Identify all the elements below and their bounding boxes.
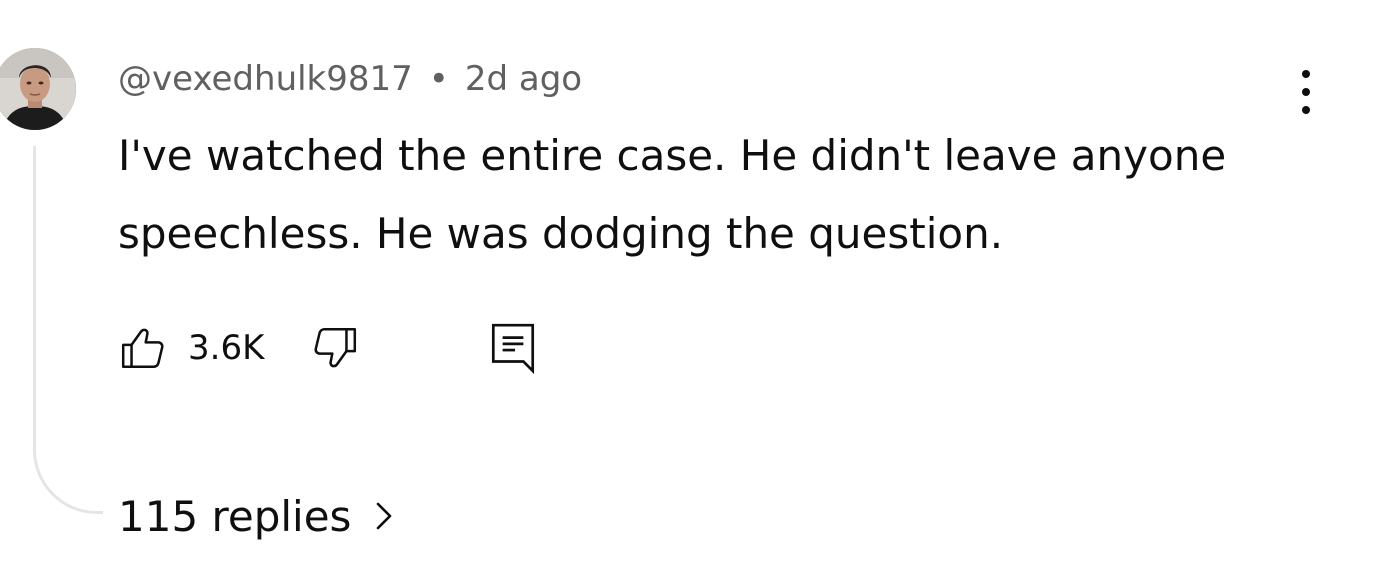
author-handle[interactable]: @vexedhulk9817 xyxy=(118,59,413,99)
more-vertical-icon xyxy=(1302,70,1310,78)
more-vertical-icon-dot xyxy=(1302,88,1310,96)
reply-comment-icon xyxy=(492,323,535,375)
dislike-button[interactable] xyxy=(310,323,360,373)
replies-count-label: 115 replies xyxy=(118,491,352,541)
more-options-button[interactable] xyxy=(1286,66,1326,118)
like-button[interactable] xyxy=(118,323,168,373)
thumbs-down-icon xyxy=(314,328,357,368)
comment-text: I've watched the entire case. He didn't … xyxy=(118,131,1227,258)
meta-separator: • xyxy=(428,59,449,99)
comment-meta: @vexedhulk9817 • 2d ago xyxy=(118,56,582,102)
comment-actions: 3.6K xyxy=(118,318,538,378)
thumbs-up-icon xyxy=(121,328,164,368)
like-count: 3.6K xyxy=(188,328,265,368)
more-vertical-icon-dot xyxy=(1302,106,1310,114)
view-replies-button[interactable]: 115 replies xyxy=(118,488,395,544)
avatar[interactable] xyxy=(0,48,76,130)
avatar-image xyxy=(0,48,76,130)
comment-time[interactable]: 2d ago xyxy=(465,59,582,99)
chevron-right-icon xyxy=(373,499,395,533)
thread-line xyxy=(33,146,103,514)
reply-button[interactable] xyxy=(488,320,538,376)
